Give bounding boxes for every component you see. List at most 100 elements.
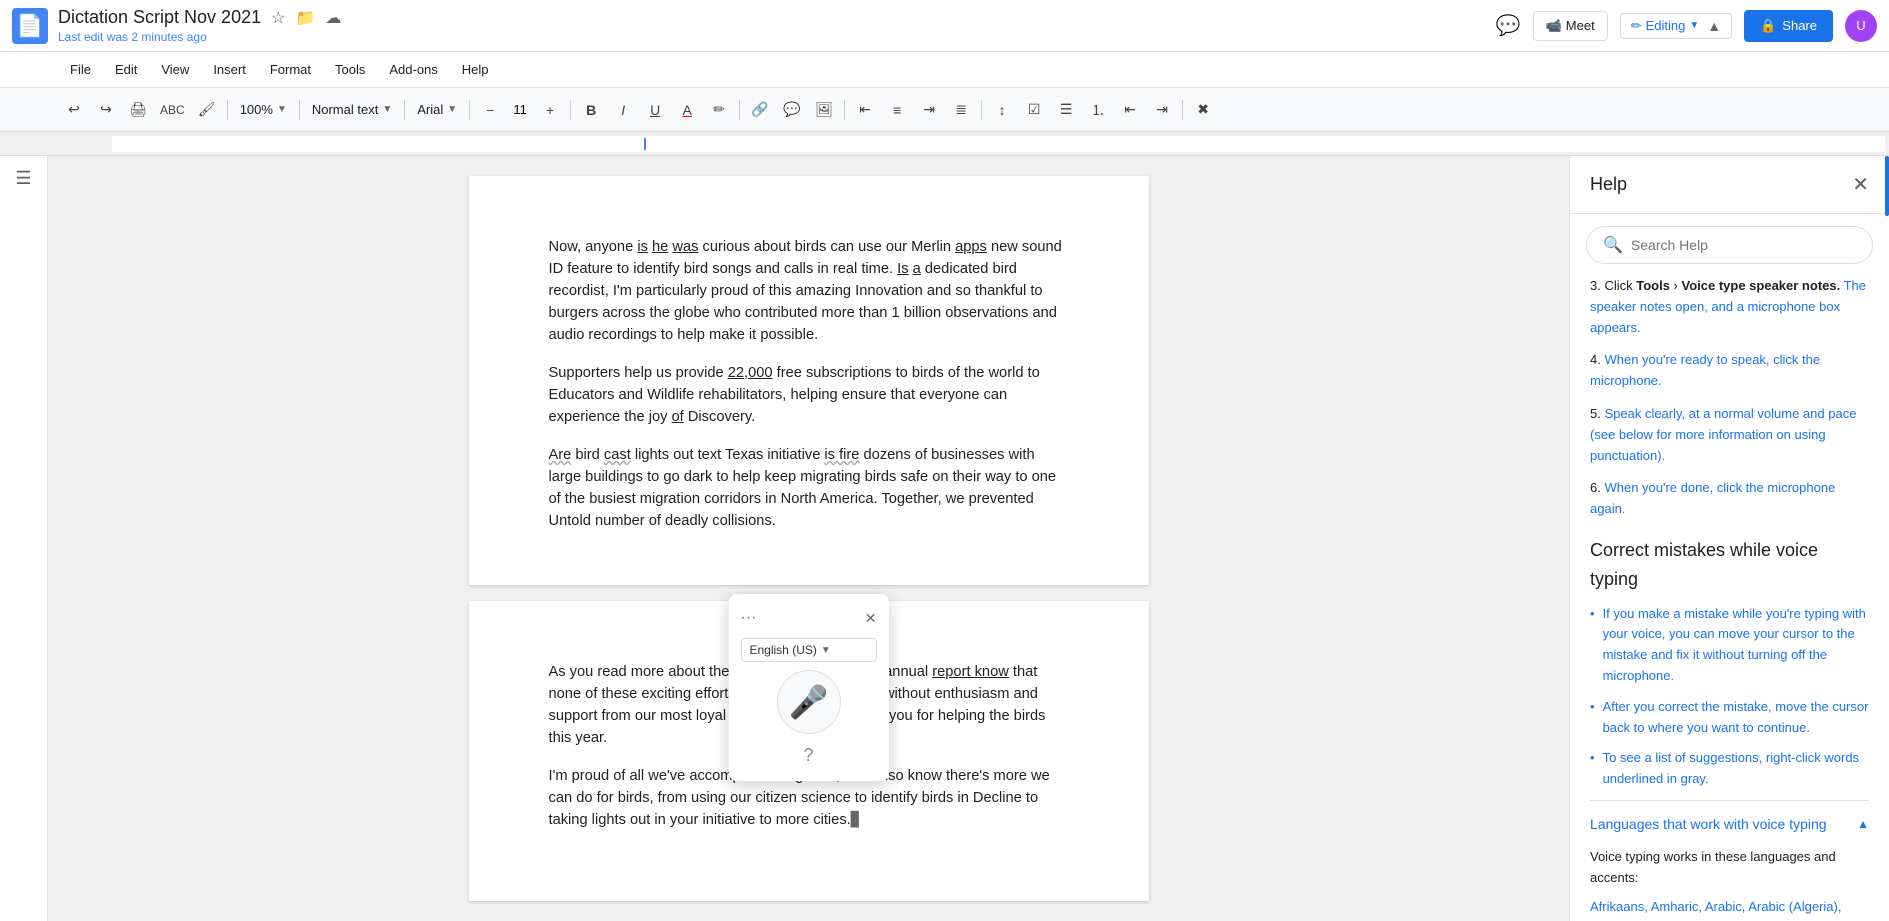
help-panel-title: Help [1590, 174, 1627, 195]
voice-lang-arrow-icon: ▼ [821, 643, 831, 658]
star-icon[interactable]: ☆ [271, 8, 285, 28]
font-value: Arial [417, 102, 443, 117]
help-step-4: 4. When you're ready to speak, click the… [1590, 350, 1869, 392]
toolbar-sep-9 [1182, 100, 1183, 120]
page1-para1[interactable]: Now, anyone is he was curious about bird… [549, 236, 1069, 346]
menu-addons[interactable]: Add-ons [379, 58, 447, 81]
share-button[interactable]: 🔒 Share [1744, 10, 1833, 42]
toolbar-sep-4 [469, 100, 470, 120]
sidebar-toggle-icon: ☰ [15, 168, 31, 189]
indent-less-button[interactable]: ⇤ [1116, 96, 1144, 124]
undo-button[interactable]: ↩ [60, 96, 88, 124]
print-button[interactable]: 🖨 [124, 96, 152, 124]
spell-check-button[interactable]: ABC [156, 96, 189, 124]
menu-format[interactable]: Format [260, 58, 321, 81]
last-edit[interactable]: Last edit was 2 minutes ago [58, 30, 1486, 44]
menu-file[interactable]: File [60, 58, 101, 81]
indent-more-button[interactable]: ⇥ [1148, 96, 1176, 124]
menu-help[interactable]: Help [452, 58, 499, 81]
italic-button[interactable]: I [609, 96, 637, 124]
underline-button[interactable]: U [641, 96, 669, 124]
align-center-button[interactable]: ≡ [883, 96, 911, 124]
editing-mode-label: Editing [1646, 18, 1686, 33]
voice-language-selector[interactable]: English (US) ▼ [741, 638, 877, 662]
voice-typing-modal: ··· ✕ English (US) ▼ 🎤 ? [729, 594, 889, 781]
menu-tools[interactable]: Tools [325, 58, 375, 81]
share-label: Share [1782, 18, 1817, 33]
languages-title: Languages that work with voice typing [1590, 813, 1827, 835]
help-search[interactable]: 🔍 [1586, 226, 1873, 264]
languages-list: Afrikaans, Amharic, Arabic, Arabic (Alge… [1590, 897, 1869, 921]
voice-modal-close-button[interactable]: ✕ [865, 608, 877, 629]
languages-chevron-icon: ▲ [1857, 815, 1869, 834]
toolbar-sep-7 [844, 100, 845, 120]
cloud-icon[interactable]: ☁ [325, 8, 341, 28]
line-spacing-button[interactable]: ↕ [988, 96, 1016, 124]
zoom-dropdown[interactable]: 100% ▼ [234, 96, 293, 124]
numbered-list-button[interactable]: ⒈ [1084, 96, 1112, 124]
editing-collapse-icon[interactable]: ▲ [1707, 18, 1721, 34]
redo-button[interactable]: ↪ [92, 96, 120, 124]
font-size-increase-button[interactable]: + [536, 96, 564, 124]
style-dropdown[interactable]: Normal text ▼ [306, 96, 398, 124]
help-search-input[interactable] [1631, 237, 1856, 253]
comment-button[interactable]: 💬 [1496, 13, 1521, 38]
link-button[interactable]: 🔗 [746, 96, 774, 124]
help-bullet-3: To see a list of suggestions, right-clic… [1590, 748, 1869, 790]
header-right: 💬 📹 Meet ✏ Editing ▼ ▲ 🔒 Share U [1496, 10, 1877, 42]
highlight-button[interactable]: ✏ [705, 96, 733, 124]
help-content: 3. Click Tools › Voice type speaker note… [1570, 276, 1889, 921]
help-step-5: 5. Speak clearly, at a normal volume and… [1590, 404, 1869, 466]
menu-view[interactable]: View [151, 58, 199, 81]
bullet-list-button[interactable]: ☰ [1052, 96, 1080, 124]
voice-modal-options-button[interactable]: ··· [741, 606, 757, 630]
paint-format-button[interactable]: 🖌 [193, 96, 221, 124]
page1-para3[interactable]: Are bird cast lights out text Texas init… [549, 444, 1069, 532]
languages-sub-text: Voice typing works in these languages an… [1590, 847, 1869, 889]
meet-label: Meet [1566, 18, 1595, 33]
app-logo[interactable]: 📄 [12, 8, 48, 44]
text-color-button[interactable]: A [673, 96, 701, 124]
help-step-6: 6. When you're done, click the microphon… [1590, 478, 1869, 520]
toolbar-sep-5 [570, 100, 571, 120]
font-size-decrease-button[interactable]: − [476, 96, 504, 124]
help-panel: Help ✕ 🔍 3. Click Tools › Voice type spe… [1569, 156, 1889, 921]
align-right-button[interactable]: ⇥ [915, 96, 943, 124]
microphone-button[interactable]: 🎤 [777, 670, 841, 734]
page1-para2[interactable]: Supporters help us provide 22,000 free s… [549, 362, 1069, 428]
edit-pencil-icon: ✏ [1631, 18, 1642, 34]
toolbar: ↩ ↪ 🖨 ABC 🖌 100% ▼ Normal text ▼ Arial ▼… [0, 88, 1889, 132]
checklist-button[interactable]: ☑ [1020, 96, 1048, 124]
help-bullet-1: If you make a mistake while you're typin… [1590, 604, 1869, 687]
help-header: Help ✕ [1570, 156, 1889, 214]
sidebar-toggle[interactable]: ☰ [0, 156, 48, 921]
languages-collapsible[interactable]: Languages that work with voice typing ▲ [1590, 800, 1869, 847]
style-arrow-icon: ▼ [382, 104, 392, 115]
clear-format-button[interactable]: ✖ [1189, 96, 1217, 124]
title-bar: 📄 Dictation Script Nov 2021 ☆ 📁 ☁ Last e… [0, 0, 1889, 52]
help-step-3: 3. Click Tools › Voice type speaker note… [1590, 276, 1869, 338]
avatar[interactable]: U [1845, 10, 1877, 42]
style-value: Normal text [312, 102, 378, 117]
help-close-button[interactable]: ✕ [1852, 172, 1869, 197]
toolbar-sep-8 [981, 100, 982, 120]
menu-bar: File Edit View Insert Format Tools Add-o… [0, 52, 1889, 88]
align-left-button[interactable]: ⇤ [851, 96, 879, 124]
comment-inline-button[interactable]: 💬 [778, 96, 806, 124]
menu-insert[interactable]: Insert [203, 58, 256, 81]
bold-button[interactable]: B [577, 96, 605, 124]
meet-button[interactable]: 📹 Meet [1533, 11, 1608, 41]
justify-button[interactable]: ≣ [947, 96, 975, 124]
toolbar-sep-6 [739, 100, 740, 120]
correct-mistakes-title: Correct mistakes while voice typing [1590, 536, 1869, 594]
image-button[interactable]: 🖼 [810, 96, 838, 124]
font-dropdown[interactable]: Arial ▼ [411, 96, 463, 124]
document-area[interactable]: Now, anyone is he was curious about bird… [48, 156, 1569, 921]
voice-help-button[interactable]: ? [803, 742, 813, 769]
menu-edit[interactable]: Edit [105, 58, 147, 81]
page-1: Now, anyone is he was curious about bird… [469, 176, 1149, 585]
toolbar-sep-1 [227, 100, 228, 120]
folder-icon[interactable]: 📁 [295, 8, 315, 28]
search-icon: 🔍 [1603, 235, 1623, 255]
editing-mode-dropdown[interactable]: ✏ Editing ▼ ▲ [1620, 13, 1732, 39]
